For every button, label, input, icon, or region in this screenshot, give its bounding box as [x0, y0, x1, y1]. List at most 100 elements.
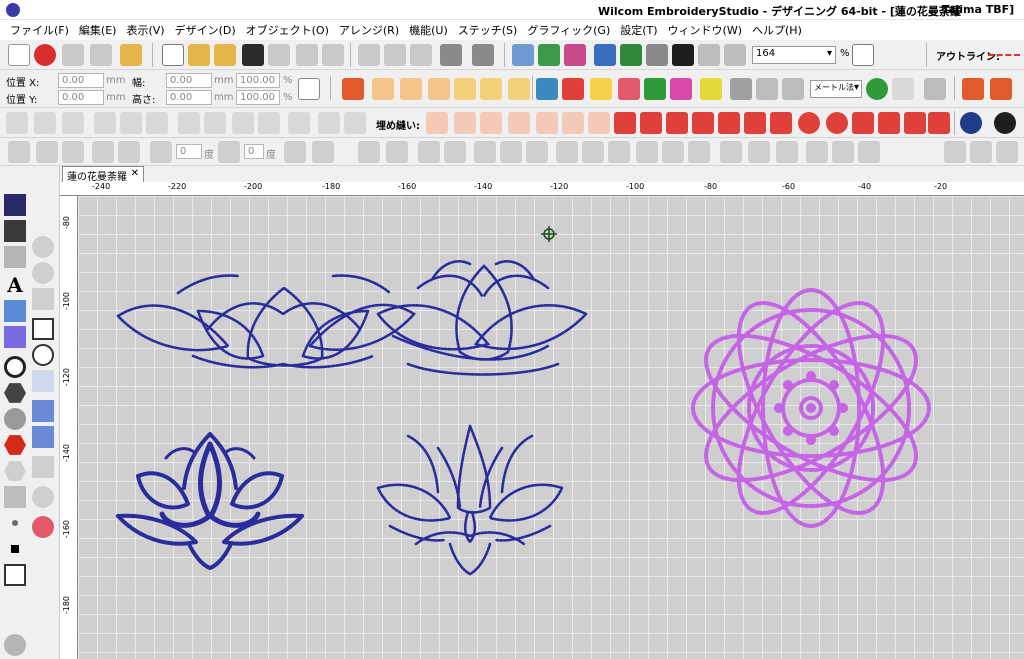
- shirt-icon[interactable]: [644, 78, 666, 100]
- digitize-tool-7-icon[interactable]: [178, 112, 200, 134]
- copy-icon[interactable]: [384, 44, 406, 66]
- picture-icon[interactable]: [536, 78, 558, 100]
- slow-redraw-icon[interactable]: [646, 44, 668, 66]
- tatami-stitch-icon[interactable]: [372, 78, 394, 100]
- select-arrow-icon[interactable]: [4, 194, 26, 216]
- nudge-both-icon[interactable]: [996, 141, 1018, 163]
- fish-tool-icon[interactable]: [508, 78, 530, 100]
- square-point-icon[interactable]: [11, 545, 19, 553]
- center-icon[interactable]: [720, 141, 742, 163]
- diamond-icon[interactable]: [4, 326, 26, 348]
- open-recent-icon[interactable]: [214, 44, 236, 66]
- squiggle-icon[interactable]: [32, 400, 54, 422]
- stitch-player-icon[interactable]: [538, 44, 560, 66]
- color-palette-icon[interactable]: [670, 78, 692, 100]
- monogram-icon[interactable]: [4, 300, 26, 322]
- input-b-icon[interactable]: [454, 78, 476, 100]
- color-box-icon[interactable]: [4, 564, 26, 586]
- menu-function[interactable]: 機能(U): [409, 22, 448, 38]
- shapes-icon[interactable]: [562, 78, 584, 100]
- pos-x-field[interactable]: 0.00: [58, 73, 104, 88]
- blend-icon[interactable]: [700, 78, 722, 100]
- curve-a-icon[interactable]: [32, 236, 54, 258]
- wreath-icon[interactable]: [806, 141, 828, 163]
- flip-icon[interactable]: [62, 141, 84, 163]
- redo-icon[interactable]: [472, 44, 494, 66]
- heart-shapes-icon[interactable]: [32, 370, 54, 392]
- reshape-arrow-icon[interactable]: [4, 220, 26, 242]
- rectangle-tool-icon[interactable]: [32, 318, 54, 340]
- rotate-angle-field[interactable]: 0: [176, 144, 202, 159]
- skew-icon[interactable]: [92, 141, 114, 163]
- moon-icon[interactable]: [960, 112, 982, 134]
- digitize-tool-9-icon[interactable]: [232, 112, 254, 134]
- input-c-icon[interactable]: [480, 78, 502, 100]
- array-icon[interactable]: [858, 141, 880, 163]
- info-icon[interactable]: [994, 112, 1016, 134]
- digitize-tool-8-icon[interactable]: [204, 112, 226, 134]
- align-center-icon[interactable]: [582, 141, 604, 163]
- menu-window[interactable]: ウィンドウ(W): [668, 22, 742, 38]
- fill-wave-icon[interactable]: [536, 112, 558, 134]
- cc-icon[interactable]: [32, 486, 54, 508]
- fill-knot-icon[interactable]: [928, 112, 950, 134]
- curve-b-icon[interactable]: [32, 262, 54, 284]
- fill-loop-icon[interactable]: [562, 112, 584, 134]
- height-field[interactable]: 0.00: [166, 90, 212, 105]
- measure-angle-icon[interactable]: [866, 78, 888, 100]
- grid-red-icon[interactable]: [962, 78, 984, 100]
- slant-angle-field[interactable]: 0: [244, 144, 264, 159]
- menu-view[interactable]: 表示(V): [126, 22, 164, 38]
- digitize-tool-12-icon[interactable]: [318, 112, 340, 134]
- tool-b-icon[interactable]: [312, 141, 334, 163]
- nudge-v-icon[interactable]: [970, 141, 992, 163]
- lotus-satin-3[interactable]: [116, 432, 304, 570]
- zoom-tool-icon[interactable]: [4, 634, 26, 656]
- fill-satin-icon[interactable]: [508, 112, 530, 134]
- fill-comb-icon[interactable]: [588, 112, 610, 134]
- digitize-tool-2-icon[interactable]: [34, 112, 56, 134]
- scale-icon[interactable]: [118, 141, 140, 163]
- break-apart-icon[interactable]: [474, 141, 496, 163]
- new-file-icon[interactable]: [162, 44, 184, 66]
- document-tab[interactable]: 蓮の花曼荼羅 ✕: [62, 166, 144, 183]
- menu-arrange[interactable]: アレンジ(R): [339, 22, 399, 38]
- hoop-icon[interactable]: [62, 44, 84, 66]
- zoom-select[interactable]: 164 ▾: [752, 46, 836, 64]
- curve-icon[interactable]: [892, 78, 914, 100]
- magnet-icon[interactable]: [32, 516, 54, 538]
- kaleido-icon[interactable]: [832, 141, 854, 163]
- save-icon[interactable]: [242, 44, 264, 66]
- arc-icon[interactable]: [526, 141, 548, 163]
- star-icon[interactable]: [590, 78, 612, 100]
- digitize-tool-11-icon[interactable]: [288, 112, 310, 134]
- menu-settings[interactable]: 設定(T): [620, 22, 657, 38]
- slant-icon[interactable]: [218, 141, 240, 163]
- settings-icon[interactable]: [924, 78, 946, 100]
- unit-select[interactable]: メートル法 ▾: [810, 80, 862, 98]
- print-icon[interactable]: [296, 44, 318, 66]
- red-hexagon-icon[interactable]: [4, 435, 26, 455]
- nudge-h-icon[interactable]: [944, 141, 966, 163]
- menu-stitch[interactable]: ステッチ(S): [458, 22, 518, 38]
- ellipse-tool-icon[interactable]: [32, 344, 54, 366]
- fill-chain-icon[interactable]: [640, 112, 662, 134]
- digitize-tool-6-icon[interactable]: [146, 112, 168, 134]
- align-top-icon[interactable]: [556, 141, 578, 163]
- fill-bow-icon[interactable]: [904, 112, 926, 134]
- open-icon[interactable]: [188, 44, 210, 66]
- circle-tool-icon[interactable]: [4, 356, 26, 378]
- ungroup-icon[interactable]: [386, 141, 408, 163]
- close-icon[interactable]: ✕: [131, 168, 139, 179]
- machine-format-icon[interactable]: [620, 44, 642, 66]
- design-canvas[interactable]: [78, 196, 1024, 659]
- digitize-tool-1-icon[interactable]: [6, 112, 28, 134]
- folder-icon[interactable]: [120, 44, 142, 66]
- hoop-center-icon[interactable]: [730, 78, 752, 100]
- fill-x-icon[interactable]: [770, 112, 792, 134]
- fill-step-icon[interactable]: [480, 112, 502, 134]
- wilcom-logo-icon[interactable]: [34, 44, 56, 66]
- rotate-ccw-icon[interactable]: [150, 141, 172, 163]
- travel-icon[interactable]: [512, 44, 534, 66]
- tool-a-icon[interactable]: [284, 141, 306, 163]
